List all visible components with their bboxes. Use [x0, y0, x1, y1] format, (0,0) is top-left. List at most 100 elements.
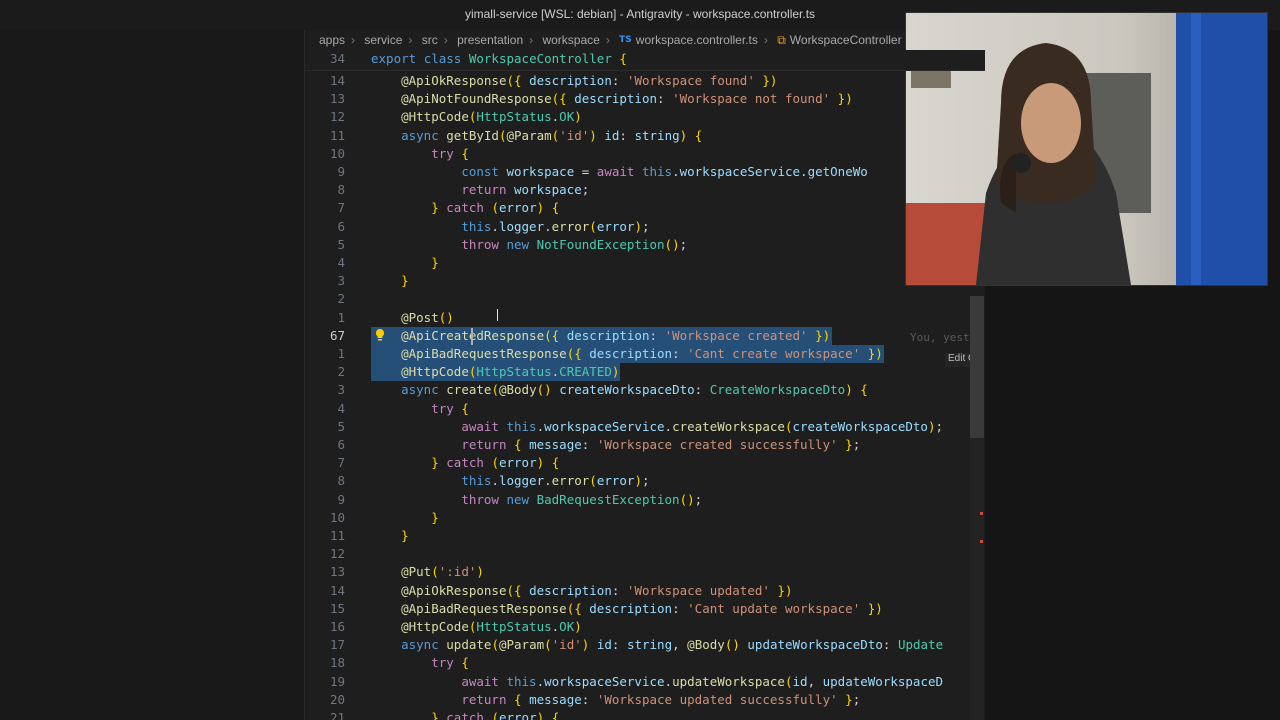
breadcrumb-item[interactable]: workspace — [542, 30, 599, 50]
lightbulb-icon[interactable] — [374, 328, 386, 342]
line-number: 6 — [337, 437, 345, 452]
code-line: this.logger.error(error); — [461, 473, 650, 489]
line-number: 3 — [337, 382, 345, 398]
code-line: @ApiOkResponse({ description: 'Workspace… — [401, 582, 793, 598]
code-row[interactable]: 10 try { — [305, 145, 985, 163]
code-row[interactable]: 7 } catch (error) { — [305, 199, 985, 217]
code-row[interactable]: 16 @HttpCode(HttpStatus.OK) — [305, 618, 985, 636]
code-line: @ApiBadRequestResponse({ description: 'C… — [401, 600, 883, 616]
code-row[interactable]: 4 } — [305, 254, 985, 272]
line-number: 12 — [329, 546, 345, 562]
chevron-right-icon: › — [443, 33, 448, 47]
scrollbar-thumb[interactable] — [970, 296, 984, 438]
line-number: 20 — [329, 691, 345, 707]
line-number: 19 — [329, 673, 345, 689]
code-row[interactable]: 4 try { — [305, 400, 985, 418]
ts-file-icon: TS — [619, 35, 632, 45]
code-row[interactable]: 14 @ApiOkResponse({ description: 'Worksp… — [305, 72, 985, 90]
code-row[interactable]: 13 @Put(':id') — [305, 563, 985, 581]
line-number: 5 — [337, 236, 345, 252]
code-row[interactable]: 9 throw new BadRequestException(); — [305, 491, 985, 509]
code-row[interactable]: 8 this.logger.error(error); — [305, 472, 985, 490]
line-number: 1 — [337, 346, 345, 361]
code-row[interactable]: 9 const workspace = await this.workspace… — [305, 163, 985, 181]
code-line: @ApiBadRequestResponse({ description: 'C… — [401, 346, 883, 361]
code-row[interactable]: 12 @HttpCode(HttpStatus.OK) — [305, 108, 985, 126]
chevron-right-icon: › — [763, 33, 768, 47]
code-line: @ApiCreatedResponse({ description: 'Work… — [401, 327, 831, 343]
code-line: @HttpCode(HttpStatus.OK) — [401, 619, 582, 634]
scrollbar-marker — [980, 540, 983, 543]
line-number: 4 — [337, 255, 345, 270]
code-row[interactable]: 11 async getById(@Param('id') id: string… — [305, 127, 985, 145]
code-line: @HttpCode(HttpStatus.CREATED) — [401, 364, 620, 380]
code-row[interactable]: 2 — [305, 290, 985, 308]
code-row[interactable]: 2 @HttpCode(HttpStatus.CREATED) — [305, 363, 985, 382]
breadcrumb-item[interactable]: presentation — [457, 30, 523, 50]
chevron-right-icon: › — [408, 33, 413, 47]
code-row[interactable]: 6 this.logger.error(error); — [305, 218, 985, 236]
code-row[interactable]: 20 return { message: 'Workspace updated … — [305, 691, 985, 709]
code-line: try { — [431, 655, 469, 671]
code-row[interactable]: 14 @ApiOkResponse({ description: 'Worksp… — [305, 582, 985, 600]
code-row[interactable]: 1 @Post() — [305, 309, 985, 327]
code-line: await this.workspaceService.createWorksp… — [461, 418, 944, 434]
code-line: } catch (error) { — [431, 200, 560, 216]
line-number: 9 — [337, 491, 345, 507]
code-row[interactable]: 7 } catch (error) { — [305, 454, 985, 472]
code-row[interactable]: 8 return workspace; — [305, 181, 985, 199]
breadcrumb-symbol[interactable]: WorkspaceController — [790, 30, 902, 50]
line-number: 8 — [337, 473, 345, 489]
code-row[interactable]: 67 @ApiCreatedResponse({ description: 'W… — [305, 326, 985, 345]
code-line: async update(@Param('id') id: string, @B… — [401, 637, 944, 653]
code-row[interactable]: 13 @ApiNotFoundResponse({ description: '… — [305, 90, 985, 108]
line-number: 13 — [329, 564, 345, 580]
code-line: } — [431, 255, 439, 270]
sticky-line: export class WorkspaceController { — [371, 51, 627, 66]
code-row[interactable]: 3 } — [305, 272, 985, 290]
breadcrumb-file[interactable]: workspace.controller.ts — [636, 30, 758, 50]
code-row[interactable]: 15 @ApiBadRequestResponse({ description:… — [305, 600, 985, 618]
code-row[interactable]: 12 — [305, 545, 985, 563]
code-line: try { — [431, 400, 469, 416]
code-row[interactable]: 3 async create(@Body() createWorkspaceDt… — [305, 381, 985, 399]
code-line: throw new BadRequestException(); — [461, 491, 703, 507]
code-row[interactable]: 19 await this.workspaceService.updateWor… — [305, 673, 985, 691]
code-row[interactable]: 17 async update(@Param('id') id: string,… — [305, 636, 985, 654]
code-line: @Post() — [401, 309, 454, 325]
code-row[interactable]: 10 } — [305, 509, 985, 527]
code-line: this.logger.error(error); — [461, 218, 650, 234]
line-number: 4 — [337, 400, 345, 416]
code-line: } catch (error) { — [431, 710, 560, 720]
code-row[interactable]: 1 @ApiBadRequestResponse({ description: … — [305, 345, 985, 363]
code-line: throw new NotFoundException(); — [461, 236, 688, 252]
code-row[interactable]: 5 await this.workspaceService.createWork… — [305, 418, 985, 436]
line-number: 3 — [337, 273, 345, 289]
code-row[interactable]: 18 try { — [305, 654, 985, 672]
line-number: 67 — [329, 327, 345, 343]
line-number: 34 — [329, 51, 345, 66]
code-row[interactable]: 6 return { message: 'Workspace created s… — [305, 436, 985, 454]
code-editor[interactable]: 34 export class WorkspaceController { 14… — [305, 50, 985, 720]
breadcrumb-item[interactable]: apps — [319, 30, 345, 50]
line-number: 9 — [337, 164, 345, 179]
code-line: @Put(':id') — [401, 564, 484, 580]
code-line: } catch (error) { — [431, 455, 560, 471]
code-line: } — [431, 509, 439, 525]
line-number: 14 — [329, 582, 345, 598]
line-number: 1 — [337, 309, 345, 325]
line-number: 2 — [337, 364, 345, 380]
line-number: 8 — [337, 182, 345, 198]
code-row[interactable]: 5 throw new NotFoundException(); — [305, 236, 985, 254]
code-line: return { message: 'Workspace updated suc… — [461, 691, 861, 707]
code-line: } — [401, 273, 409, 289]
line-number: 14 — [329, 73, 345, 88]
line-number: 15 — [329, 600, 345, 616]
code-row[interactable]: 21 } catch (error) { — [305, 709, 985, 720]
sticky-scroll-header[interactable]: 34 export class WorkspaceController { — [305, 50, 985, 71]
breadcrumb-item[interactable]: src — [422, 30, 438, 50]
line-number: 12 — [329, 109, 345, 125]
code-row[interactable]: 11 } — [305, 527, 985, 545]
line-number: 21 — [329, 710, 345, 720]
breadcrumb-item[interactable]: service — [364, 30, 402, 50]
